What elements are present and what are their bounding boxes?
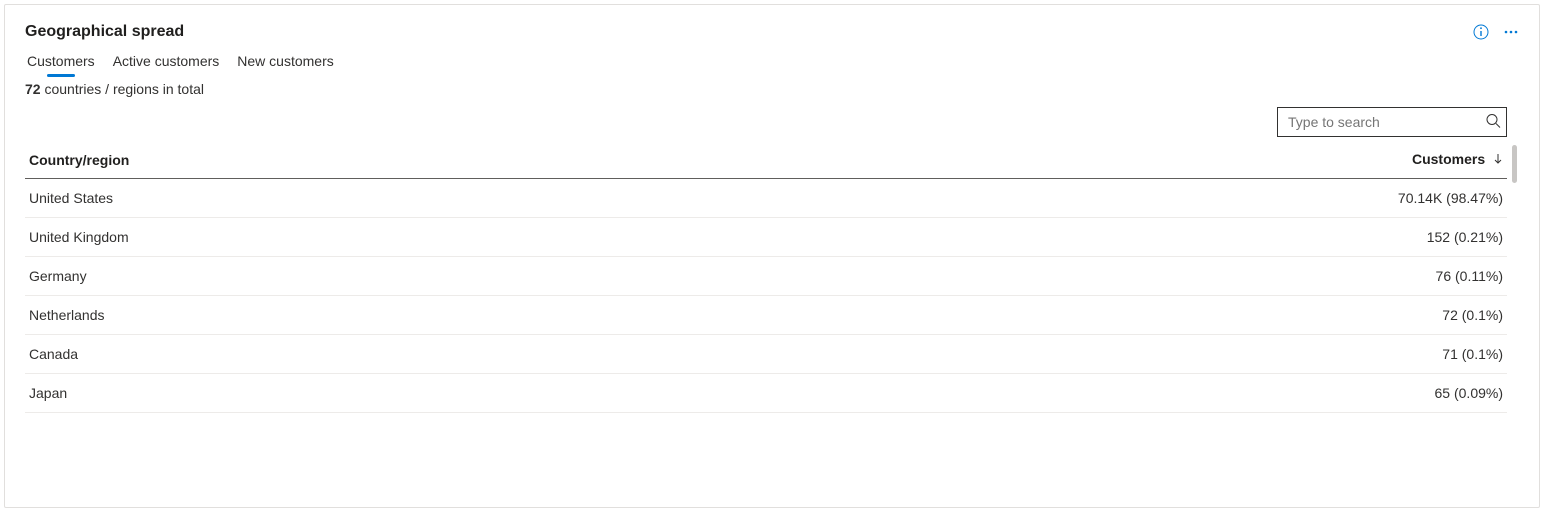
country-cell: United States <box>25 179 750 218</box>
value-cell: 70.14K (98.47%) <box>750 179 1507 218</box>
tab-active-customers[interactable]: Active customers <box>113 53 220 75</box>
tabs: Customers Active customers New customers <box>25 53 1519 75</box>
col-customers-label: Customers <box>1412 151 1485 167</box>
country-cell: Germany <box>25 257 750 296</box>
summary-count: 72 <box>25 81 41 97</box>
geo-spread-card: Geographical spread Customers Active cus… <box>4 4 1540 508</box>
summary-suffix: countries / regions in total <box>44 81 204 97</box>
value-cell: 152 (0.21%) <box>750 218 1507 257</box>
card-actions <box>1473 24 1519 40</box>
table-row[interactable]: Canada 71 (0.1%) <box>25 335 1507 374</box>
card-title: Geographical spread <box>25 23 184 41</box>
search-wrap <box>25 107 1519 137</box>
info-icon[interactable] <box>1473 24 1489 40</box>
table-row[interactable]: United Kingdom 152 (0.21%) <box>25 218 1507 257</box>
col-country[interactable]: Country/region <box>25 143 750 179</box>
country-cell: United Kingdom <box>25 218 750 257</box>
country-cell: Japan <box>25 374 750 413</box>
country-cell: Netherlands <box>25 296 750 335</box>
value-cell: 76 (0.11%) <box>750 257 1507 296</box>
scrollbar[interactable] <box>1512 145 1517 183</box>
value-cell: 72 (0.1%) <box>750 296 1507 335</box>
tab-customers[interactable]: Customers <box>27 53 95 75</box>
search-box <box>1277 107 1507 137</box>
geo-table: Country/region Customers United St <box>25 143 1507 413</box>
more-icon[interactable] <box>1503 24 1519 40</box>
table-row[interactable]: Germany 76 (0.11%) <box>25 257 1507 296</box>
country-cell: Canada <box>25 335 750 374</box>
summary-line: 72 countries / regions in total <box>25 81 1519 97</box>
table-row[interactable]: Japan 65 (0.09%) <box>25 374 1507 413</box>
table-row[interactable]: United States 70.14K (98.47%) <box>25 179 1507 218</box>
col-customers[interactable]: Customers <box>750 143 1507 179</box>
sort-descending-icon <box>1493 152 1503 168</box>
search-input[interactable] <box>1277 107 1507 137</box>
tab-new-customers[interactable]: New customers <box>237 53 333 75</box>
table-row[interactable]: Netherlands 72 (0.1%) <box>25 296 1507 335</box>
card-header: Geographical spread <box>25 23 1519 41</box>
table-wrap: Country/region Customers United St <box>25 143 1519 413</box>
value-cell: 71 (0.1%) <box>750 335 1507 374</box>
value-cell: 65 (0.09%) <box>750 374 1507 413</box>
